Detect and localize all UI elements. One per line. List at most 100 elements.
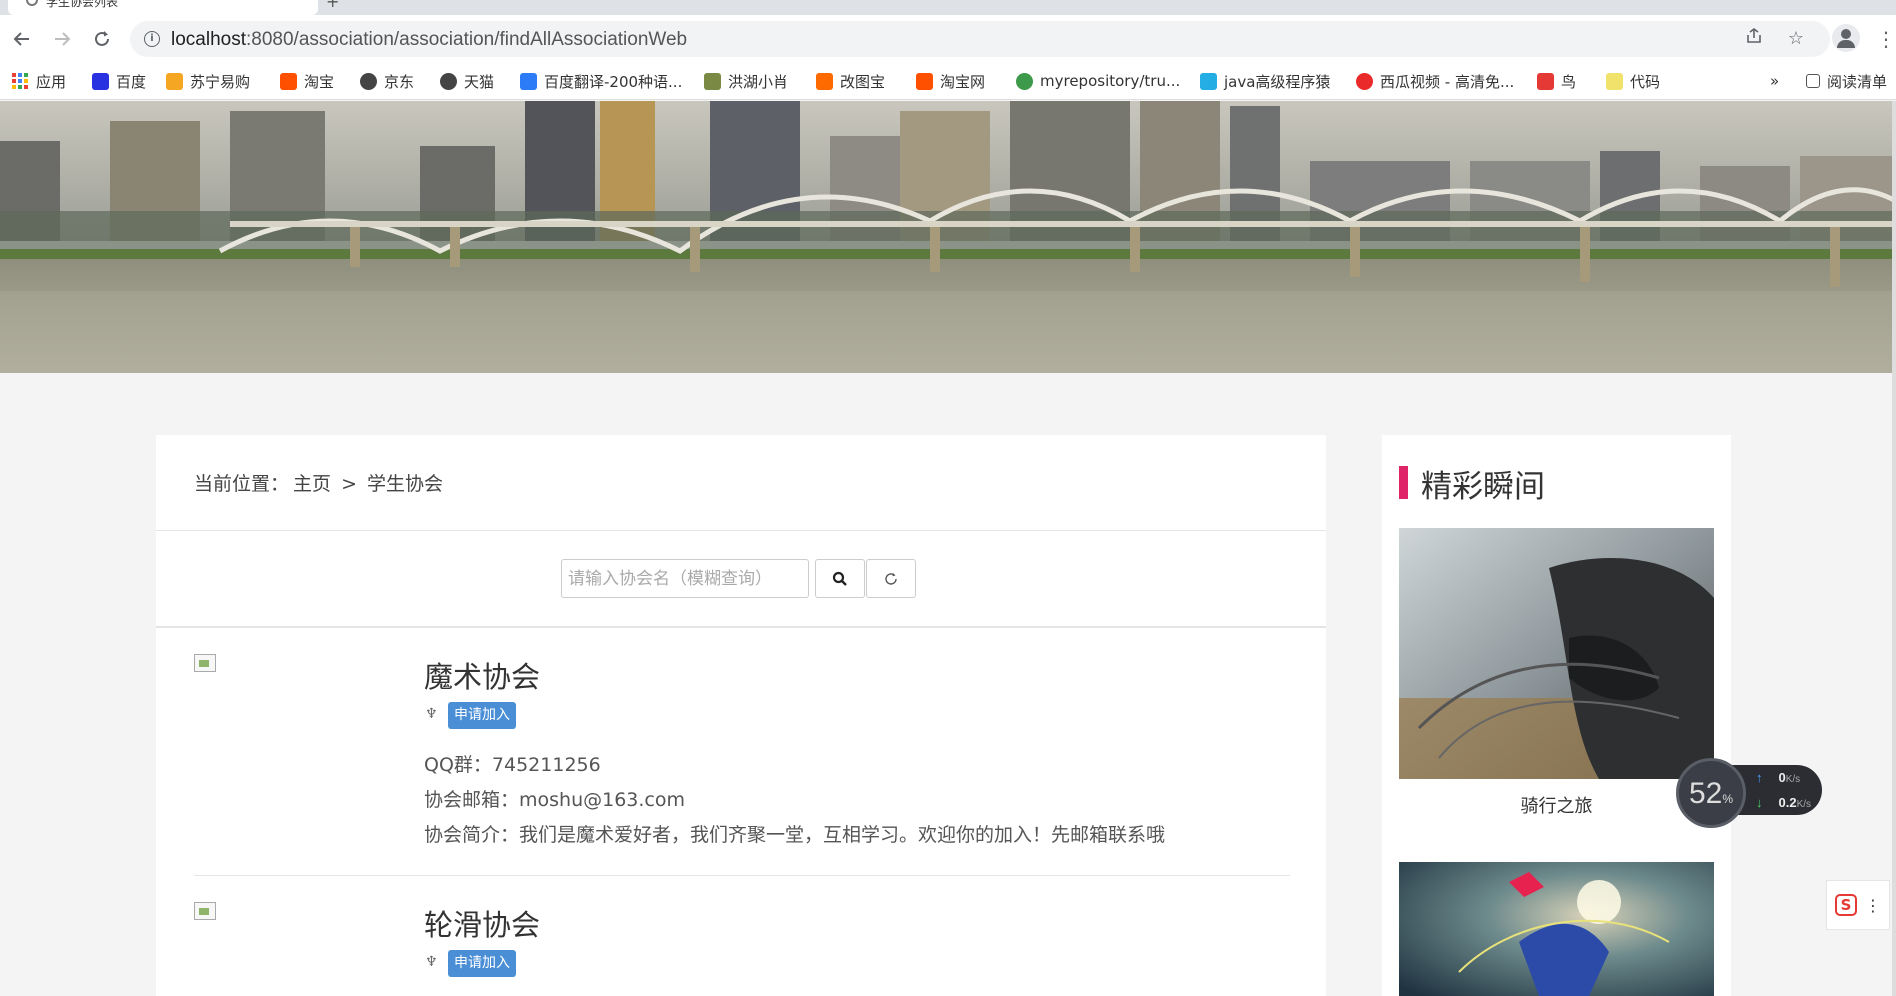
breadcrumb-home-link[interactable]: 主页 xyxy=(293,473,331,495)
photo-caption: 骑行之旅 xyxy=(1520,796,1593,817)
reload-icon[interactable] xyxy=(88,25,116,53)
bookmark-item[interactable]: 改图宝 xyxy=(816,70,885,92)
breadcrumb-prefix: 当前位置： xyxy=(194,473,290,495)
title-accent-bar xyxy=(1399,466,1408,499)
trophy-icon: ♆ xyxy=(425,706,438,722)
join-button[interactable]: 申请加入 xyxy=(448,702,516,729)
reading-list-button[interactable]: 阅读清单 xyxy=(1806,70,1887,92)
upload-speed: ↑ 0K/s xyxy=(1756,770,1801,785)
star-icon[interactable]: ☆ xyxy=(1784,27,1808,51)
broken-image-icon xyxy=(194,654,216,672)
new-tab-button[interactable]: + xyxy=(326,0,339,10)
bookmark-label: 西瓜视频 - 高清免... xyxy=(1380,72,1515,91)
globe-icon xyxy=(440,72,457,90)
divider xyxy=(156,626,1326,628)
bookmark-item[interactable]: 西瓜视频 - 高清免... xyxy=(1356,70,1514,92)
download-speed: ↓ 0.2K/s xyxy=(1756,795,1812,810)
association-list-panel: 当前位置： 主页 > 学生协会 请输入协会名（模糊查询） 魔术协会 ♆ 申请加入 … xyxy=(156,435,1326,996)
photo-dance[interactable] xyxy=(1399,862,1714,996)
association-name[interactable]: 魔术协会 xyxy=(424,654,540,696)
association-qq: QQ群：745211256 xyxy=(424,754,601,776)
bookmark-item[interactable]: 天猫 xyxy=(440,70,494,92)
broken-image-icon xyxy=(194,902,216,920)
search-input[interactable]: 请输入协会名（模糊查询） xyxy=(561,559,809,598)
bookmarks-overflow-button[interactable]: » xyxy=(1770,70,1779,92)
divider xyxy=(156,530,1326,531)
photo-cycling[interactable] xyxy=(1399,528,1714,779)
bookmark-item[interactable]: 洪湖小肖 xyxy=(704,70,788,92)
page-scrollbar[interactable] xyxy=(1892,101,1896,996)
breadcrumb: 当前位置： 主页 > 学生协会 xyxy=(194,469,447,496)
bookmark-item[interactable]: 苏宁易购 xyxy=(166,70,250,92)
bookmark-item[interactable]: myrepository/tru... xyxy=(1016,70,1180,92)
association-item: 魔术协会 ♆ 申请加入 QQ群：745211256 协会邮箱：moshu@163… xyxy=(194,654,1290,876)
bookmark-label: 鸟 xyxy=(1561,72,1577,91)
bookmark-item[interactable]: 百度翻译-200种语... xyxy=(520,70,682,92)
cpu-gauge: 52% xyxy=(1676,758,1746,828)
trophy-icon: ♆ xyxy=(425,954,438,970)
join-button[interactable]: 申请加入 xyxy=(448,950,516,977)
bookmark-item[interactable]: 淘宝网 xyxy=(916,70,985,92)
forward-arrow-icon[interactable] xyxy=(48,25,76,53)
refresh-button[interactable] xyxy=(866,559,916,598)
association-email: 协会邮箱：moshu@163.com xyxy=(424,789,685,811)
bookmark-label: 代码 xyxy=(1630,72,1661,91)
association-intro: 协会简介：我们是魔术爱好者，我们齐聚一堂，互相学习。欢迎你的加入！先邮箱联系哦 xyxy=(424,824,1166,846)
bird-icon xyxy=(704,72,721,90)
bookmark-item[interactable]: 淘宝 xyxy=(280,70,334,92)
bookmarks-bar: 应用 百度 苏宁易购 淘宝 京东 天猫 百度翻译-200种语... 洪湖小肖 改图宝 淘宝网 myr… xyxy=(0,62,1896,100)
network-monitor-widget[interactable]: 52% ↑ 0K/s ↓ 0.2K/s xyxy=(1676,758,1822,828)
bookmark-item[interactable]: 百度 xyxy=(92,70,146,92)
browser-tab[interactable]: 学生协会列表 xyxy=(8,0,318,15)
globe-icon xyxy=(26,0,38,6)
url-text[interactable]: localhost:8080/association/association/f… xyxy=(171,29,687,51)
sogou-logo-icon: S xyxy=(1835,894,1857,916)
highlights-panel: 精彩瞬间 骑行之旅 xyxy=(1382,435,1731,996)
suning-icon xyxy=(166,72,183,90)
more-menu-icon[interactable]: ⋮ xyxy=(1876,27,1896,51)
bookmark-item[interactable]: 应用 xyxy=(12,70,66,92)
bookmark-item[interactable]: 代码 xyxy=(1606,70,1660,92)
upload-arrow-icon: ↑ xyxy=(1756,770,1763,785)
tab-strip: 学生协会列表 + xyxy=(0,0,1896,15)
bookmark-item[interactable]: java高级程序猿 xyxy=(1200,70,1330,92)
xigua-icon xyxy=(1356,72,1373,90)
more-icon[interactable]: ⋮ xyxy=(1865,896,1881,915)
address-bar[interactable]: i localhost:8080/association/association… xyxy=(130,21,1830,57)
bookmark-label: 改图宝 xyxy=(840,72,886,91)
bird-red-icon xyxy=(1537,72,1554,90)
apps-grid-icon xyxy=(12,73,28,89)
back-arrow-icon[interactable] xyxy=(8,25,36,53)
bookmark-label: myrepository/tru... xyxy=(1040,72,1181,90)
reading-list-label: 阅读清单 xyxy=(1827,72,1888,91)
search-button[interactable] xyxy=(815,559,865,598)
bookmark-label: 天猫 xyxy=(464,72,495,91)
bookmark-label: 苏宁易购 xyxy=(190,72,251,91)
baidu-translate-icon xyxy=(520,72,537,90)
association-item: 轮滑协会 ♆ 申请加入 xyxy=(194,902,1290,996)
banner-image xyxy=(0,101,1896,373)
bookmark-item[interactable]: 鸟 xyxy=(1537,70,1576,92)
download-arrow-icon: ↓ xyxy=(1756,795,1763,810)
bookmark-label: 淘宝 xyxy=(304,72,335,91)
association-name[interactable]: 轮滑协会 xyxy=(424,902,540,944)
globe-icon xyxy=(360,72,377,90)
refresh-icon xyxy=(885,572,897,585)
bookmark-label: java高级程序猿 xyxy=(1224,72,1331,91)
share-icon[interactable] xyxy=(1742,27,1766,51)
browser-toolbar: i localhost:8080/association/association… xyxy=(0,15,1896,62)
moon-icon xyxy=(1606,72,1623,90)
bookmark-label: 淘宝网 xyxy=(940,72,986,91)
highlights-title: 精彩瞬间 xyxy=(1421,469,1545,505)
breadcrumb-separator: > xyxy=(341,473,357,495)
sogou-widget[interactable]: S ⋮ xyxy=(1826,880,1890,930)
cpu-percent: 52% xyxy=(1689,777,1734,810)
bookmark-label: 京东 xyxy=(384,72,415,91)
bookmark-item[interactable]: 京东 xyxy=(360,70,414,92)
taobao-icon xyxy=(916,72,933,90)
bookmark-label: 洪湖小肖 xyxy=(728,72,789,91)
gaitubao-icon xyxy=(816,72,833,90)
reading-list-icon xyxy=(1806,74,1820,88)
info-icon[interactable]: i xyxy=(144,31,160,47)
profile-avatar-icon[interactable] xyxy=(1832,24,1860,52)
